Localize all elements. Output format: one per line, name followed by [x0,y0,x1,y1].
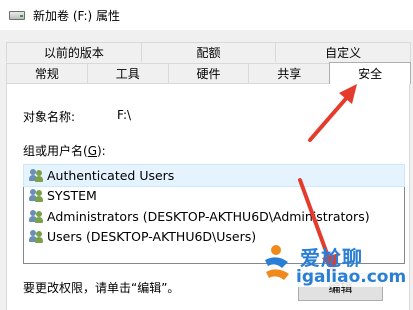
object-name-value: F:\ [117,108,132,122]
watermark: 爱尬聊 igaliao.com [262,240,412,290]
user-name: SYSTEM [47,188,97,204]
watermark-url: igaliao.com [296,267,407,287]
tab-hardware[interactable]: 硬件 [167,63,250,83]
tab-row-upper: 以前的版本 配额 自定义 [6,42,412,62]
tab-general[interactable]: 常规 [6,63,88,83]
title-bar: 新加卷 (F:) 属性 [0,0,413,30]
user-group-icon [29,230,43,244]
edit-hint: 要更改权限，请单击“编辑”。 [23,281,180,295]
user-group-icon [29,168,43,182]
user-group-icon [29,189,43,203]
list-item[interactable]: SYSTEM [24,186,404,207]
list-item[interactable]: Authenticated Users [23,164,405,187]
watermark-logo-icon [265,245,289,280]
object-name-row: 对象名称: F:\ [23,108,131,125]
tab-security[interactable]: 安全 [329,62,411,84]
tab-quota[interactable]: 配额 [140,42,277,62]
tab-previous-versions[interactable]: 以前的版本 [6,42,142,62]
user-name: Authenticated Users [47,167,175,183]
group-label-suffix: ): [97,144,106,158]
drive-icon [9,9,25,21]
tab-sharing[interactable]: 共享 [248,63,331,83]
group-or-user-names-label: 组或用户名(G): [23,142,106,159]
user-group-icon [29,209,43,223]
user-name: Administrators (DESKTOP-AKTHU6D\Administ… [47,208,370,224]
tab-customize[interactable]: 自定义 [275,42,412,62]
tab-tools[interactable]: 工具 [86,63,169,83]
window-title: 新加卷 (F:) 属性 [33,8,121,23]
list-item[interactable]: Administrators (DESKTOP-AKTHU6D\Administ… [24,206,404,227]
group-label-accelerator: G [87,144,97,158]
user-name: Users (DESKTOP-AKTHU6D\Users) [47,229,257,245]
tab-row-lower: 常规 工具 硬件 共享 安全 [6,62,411,84]
group-label-text: 组或用户名( [23,144,88,158]
object-name-label: 对象名称: [23,110,76,124]
